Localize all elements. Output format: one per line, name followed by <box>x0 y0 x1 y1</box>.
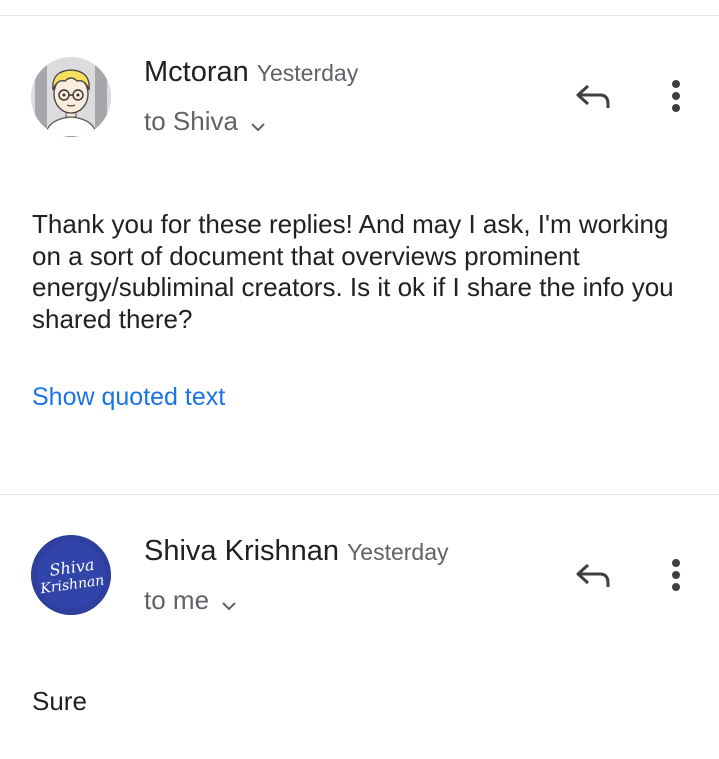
chevron-down-icon <box>250 108 266 139</box>
message-body: Thank you for these replies! And may I a… <box>32 209 674 334</box>
show-quoted-text-link[interactable]: Show quoted text <box>32 383 225 412</box>
avatar[interactable]: Shiva Krishnan <box>31 535 111 615</box>
avatar[interactable] <box>31 57 111 137</box>
message-body: Sure <box>32 686 87 716</box>
more-options-button[interactable] <box>660 555 692 595</box>
recipient-label: to Shiva <box>144 106 238 136</box>
chevron-down-icon <box>221 587 237 618</box>
timestamp: Yesterday <box>347 539 449 565</box>
reply-button[interactable] <box>568 555 616 595</box>
sender-name: Shiva Krishnan <box>144 535 340 567</box>
sender-row: Mctoran Yesterday <box>144 56 358 89</box>
more-options-button[interactable] <box>660 76 692 116</box>
reply-button[interactable] <box>568 76 616 116</box>
recipient-toggle[interactable]: to Shiva <box>144 104 266 139</box>
recipient-toggle[interactable]: to me <box>144 583 237 618</box>
sender-name: Mctoran <box>144 56 249 88</box>
reply-icon <box>576 563 610 587</box>
reply-icon <box>576 84 610 108</box>
sender-row: Shiva Krishnan Yesterday <box>144 535 449 568</box>
more-vert-icon <box>672 559 680 591</box>
message-divider <box>0 494 719 495</box>
timestamp: Yesterday <box>256 60 359 86</box>
more-vert-icon <box>672 80 680 112</box>
logo-avatar-image: Shiva Krishnan <box>31 535 111 615</box>
top-divider <box>0 15 719 16</box>
recipient-label: to me <box>144 585 210 615</box>
cartoon-avatar-image <box>31 57 111 137</box>
